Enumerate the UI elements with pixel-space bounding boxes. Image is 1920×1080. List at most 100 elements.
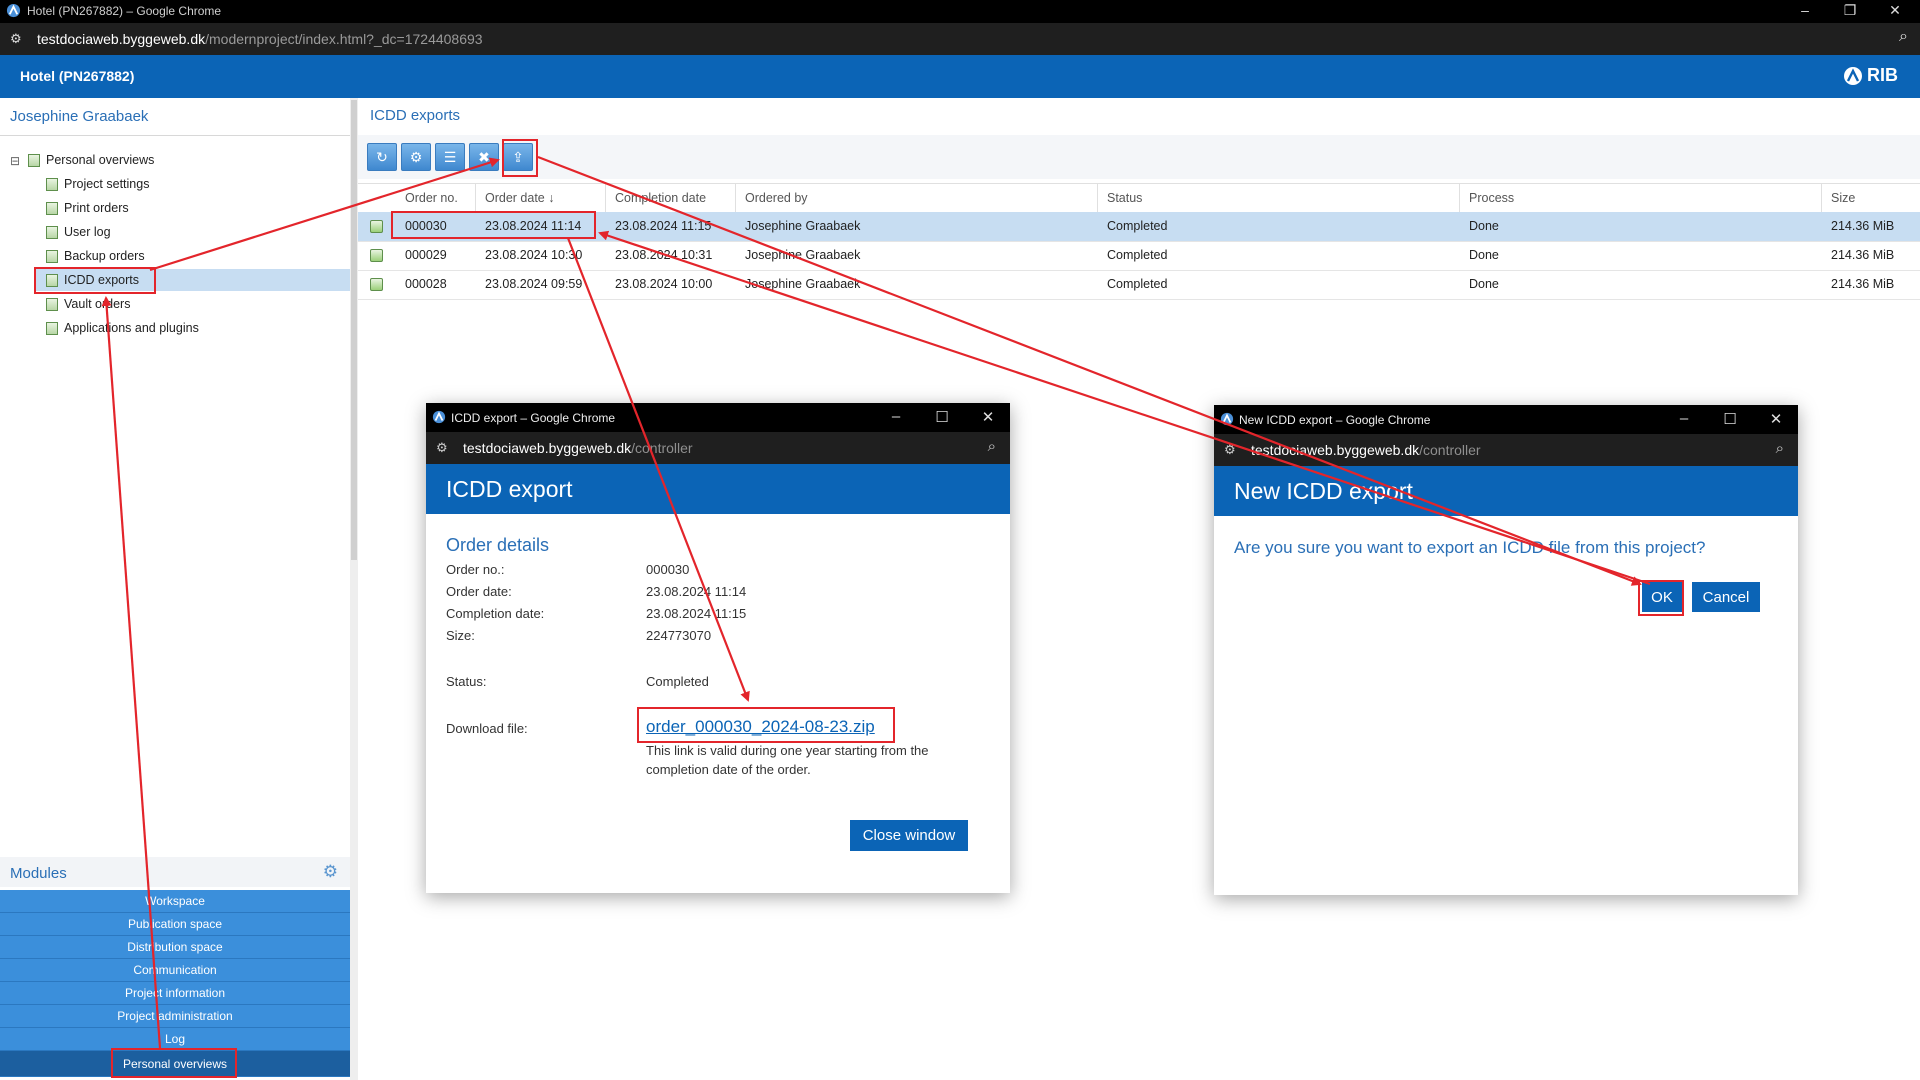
module-workspace[interactable]: Workspace (0, 890, 350, 913)
module-distribution-space[interactable]: Distribution space (0, 936, 350, 959)
minimize-icon[interactable]: – (1664, 410, 1704, 427)
col-ordered-by[interactable]: Ordered by (736, 184, 1098, 212)
value-completion-date: 23.08.2024 11:15 (646, 606, 747, 621)
delete-icon: ✖ (478, 149, 490, 165)
value-status: Completed (646, 674, 709, 689)
col-process[interactable]: Process (1460, 184, 1822, 212)
download-note: This link is valid during one year start… (646, 743, 929, 777)
table-row[interactable]: 000029 23.08.2024 10:30 23.08.2024 10:31… (358, 241, 1920, 271)
gear-icon[interactable]: ⚙ (323, 862, 338, 882)
rib-logo-icon (1844, 66, 1862, 85)
module-communication[interactable]: Communication (0, 959, 350, 982)
zoom-icon[interactable]: ⌕ (1776, 440, 1784, 457)
annotation-box-ok-button (1638, 580, 1684, 616)
refresh-button[interactable]: ↻ (367, 143, 397, 171)
browser-titlebar: Hotel (PN267882) – Google Chrome – ❐ ✕ (0, 0, 1920, 23)
col-status[interactable]: Status (1098, 184, 1460, 212)
confirm-question: Are you sure you want to export an ICDD … (1234, 538, 1706, 557)
label-download: Download file: (446, 721, 528, 736)
maximize-icon[interactable]: ☐ (1710, 410, 1750, 428)
address-bar[interactable]: ⚙ testdociaweb.byggeweb.dk/modernproject… (0, 23, 1920, 55)
export-status-icon (370, 249, 383, 262)
value-size: 224773070 (646, 628, 712, 643)
sidebar-item-print-orders[interactable]: Print orders (46, 197, 348, 219)
popup-address-bar[interactable]: ⚙ testdociaweb.byggeweb.dk/controller ⌕ (1214, 434, 1798, 466)
browser-window-title: Hotel (PN267882) – Google Chrome (27, 4, 222, 18)
grid-header: Order no. Order date ↓ Completion date O… (358, 183, 1920, 213)
restore-icon[interactable]: ❐ (1830, 2, 1870, 19)
label-size: Size: (446, 628, 475, 643)
popup-titlebar: ICDD export – Google Chrome – ☐ ✕ (426, 403, 1010, 432)
label-order-date: Order date: (446, 584, 512, 599)
order-details-title: Order details (446, 535, 550, 555)
site-settings-icon[interactable]: ⚙ (1224, 442, 1236, 458)
zoom-icon[interactable]: ⌕ (1899, 28, 1908, 46)
new-icdd-export-window: New ICDD export – Google Chrome – ☐ ✕ ⚙ … (1214, 405, 1798, 895)
project-title: Hotel (PN267882) (20, 68, 135, 84)
annotation-box-download-link (637, 707, 895, 743)
settings-button[interactable]: ⚙ (401, 143, 431, 171)
icdd-export-window: ICDD export – Google Chrome – ☐ ✕ ⚙ test… (426, 403, 1010, 893)
sidebar-item-project-settings[interactable]: Project settings (46, 173, 348, 195)
tree-root-personal-overviews[interactable]: Personal overviews (28, 149, 348, 171)
tree-collapse-icon[interactable]: ⊟ (10, 154, 20, 168)
popup-titlebar: New ICDD export – Google Chrome – ☐ ✕ (1214, 405, 1798, 434)
sidebar-item-backup-orders[interactable]: Backup orders (46, 245, 348, 267)
export-status-icon (370, 278, 383, 291)
close-icon[interactable]: ✕ (968, 408, 1008, 426)
rib-logo-icon (432, 410, 446, 424)
label-order-no: Order no.: (446, 562, 505, 577)
col-order-date[interactable]: Order date ↓ (476, 184, 606, 212)
module-project-administration[interactable]: Project administration (0, 1005, 350, 1028)
log-page-icon (46, 225, 58, 239)
page-title: ICDD exports (370, 107, 461, 124)
rib-logo-icon (6, 3, 21, 18)
site-settings-icon[interactable]: ⚙ (436, 440, 448, 456)
delete-button[interactable]: ✖ (469, 143, 499, 171)
modules-header: Modules ⚙ (0, 857, 350, 887)
module-project-information[interactable]: Project information (0, 982, 350, 1005)
backup-page-icon (46, 249, 58, 263)
sidebar-item-applications-and-plugins[interactable]: Applications and plugins (46, 317, 348, 339)
modules-title: Modules (10, 865, 67, 882)
toolbar: ↻ ⚙ ☰ ✖ ⇪ (358, 135, 1920, 179)
divider (0, 135, 350, 136)
popup-address-bar[interactable]: ⚙ testdociaweb.byggeweb.dk/controller ⌕ (426, 432, 1010, 464)
settings-icon: ⚙ (409, 149, 423, 165)
col-size[interactable]: Size (1822, 184, 1920, 212)
close-icon[interactable]: ✕ (1875, 2, 1915, 19)
col-order-no[interactable]: Order no. (396, 184, 476, 212)
rib-logo-icon (1220, 412, 1234, 426)
brand-logo: RIB (1843, 65, 1898, 86)
settings-page-icon (46, 177, 58, 191)
value-order-date: 23.08.2024 11:14 (646, 584, 747, 599)
address-url[interactable]: testdociaweb.byggeweb.dk/modernproject/i… (37, 31, 483, 47)
zoom-icon[interactable]: ⌕ (988, 438, 996, 455)
export-status-icon (370, 220, 383, 233)
site-settings-icon[interactable]: ⚙ (10, 31, 22, 47)
print-page-icon (46, 201, 58, 215)
annotation-box-new-export-button (502, 139, 538, 177)
details-button[interactable]: ☰ (435, 143, 465, 171)
label-status: Status: (446, 674, 487, 689)
col-completion-date[interactable]: Completion date (606, 184, 736, 212)
value-order-no: 000030 (646, 562, 690, 577)
user-name: Josephine Graabaek (10, 108, 149, 125)
minimize-icon[interactable]: – (1785, 2, 1825, 18)
module-publication-space[interactable]: Publication space (0, 913, 350, 936)
annotation-box-icdd-exports (34, 267, 156, 294)
sidebar-item-user-log[interactable]: User log (46, 221, 348, 243)
maximize-icon[interactable]: ☐ (922, 408, 962, 426)
close-window-button[interactable]: Close window (850, 820, 968, 851)
app-header: Hotel (PN267882) RIB (0, 55, 1920, 98)
panel-scrollbar[interactable] (351, 100, 357, 560)
sidebar-item-vault-orders[interactable]: Vault orders (46, 293, 348, 315)
annotation-box-selected-row (391, 211, 596, 239)
label-completion-date: Completion date: (446, 606, 545, 621)
cancel-button[interactable]: Cancel (1692, 582, 1760, 612)
vault-page-icon (46, 297, 58, 311)
close-icon[interactable]: ✕ (1756, 410, 1796, 428)
details-icon: ☰ (443, 149, 457, 165)
minimize-icon[interactable]: – (876, 408, 916, 425)
table-row[interactable]: 000028 23.08.2024 09:59 23.08.2024 10:00… (358, 270, 1920, 300)
